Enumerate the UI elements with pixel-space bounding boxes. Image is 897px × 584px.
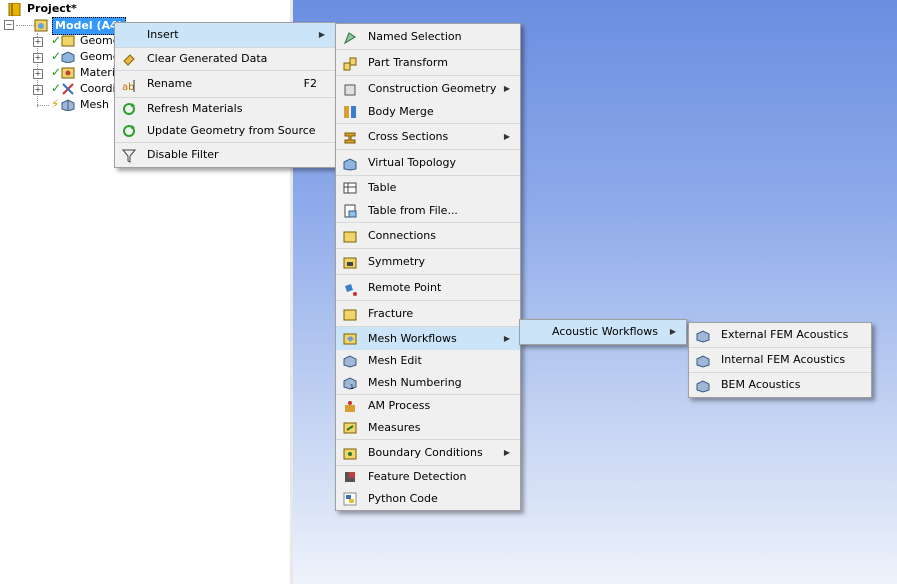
project-book-icon [8, 2, 22, 17]
lightning-icon: ⚡ [51, 97, 60, 111]
feature-detection-icon [343, 470, 357, 484]
svg-text:1: 1 [350, 384, 354, 390]
mesh-workflows-submenu: Acoustic Workflows ▶ [519, 319, 687, 345]
am-process-icon [343, 399, 357, 413]
mesh-workflows-icon [343, 331, 357, 345]
menu-item-cross-sections[interactable]: Cross Sections ▶ [336, 124, 520, 150]
submenu-arrow-icon: ▶ [318, 30, 325, 39]
acoustics-mesh-icon [696, 378, 710, 393]
menu-item-fracture[interactable]: Fracture [336, 301, 520, 327]
menu-item-mesh-workflows[interactable]: Mesh Workflows ▶ [336, 327, 520, 350]
menu-item-remote-point[interactable]: Remote Point [336, 275, 520, 301]
menu-item-refresh-materials[interactable]: Refresh Materials [115, 98, 335, 120]
submenu-arrow-icon: ▶ [503, 132, 510, 141]
coordinate-systems-expand-toggle[interactable]: + [33, 85, 43, 95]
refresh-icon [122, 124, 136, 138]
menu-item-feature-detection[interactable]: Feature Detection [336, 466, 520, 488]
python-icon [343, 492, 357, 506]
tree-item-mesh[interactable]: Mesh [80, 97, 109, 113]
menu-item-disable-filter[interactable]: Disable Filter [115, 143, 335, 167]
submenu-arrow-icon: ▶ [503, 334, 510, 343]
menu-item-acoustic-workflows[interactable]: Acoustic Workflows ▶ [520, 320, 686, 344]
checkmark-icon: ✓ [51, 81, 62, 95]
menu-item-mesh-edit[interactable]: Mesh Edit [336, 350, 520, 372]
menu-item-table-from-file[interactable]: Table from File... [336, 199, 520, 223]
menu-item-clear-generated-data[interactable]: Clear Generated Data [115, 48, 335, 71]
menu-item-boundary-conditions[interactable]: Boundary Conditions ▶ [336, 440, 520, 466]
geometry-expand-toggle[interactable]: + [33, 37, 43, 47]
menu-item-external-fem-acoustics[interactable]: External FEM Acoustics [689, 323, 871, 348]
symmetry-icon [343, 254, 357, 269]
menu-item-am-process[interactable]: AM Process [336, 395, 520, 417]
menu-item-insert[interactable]: Insert ▶ [115, 23, 335, 48]
submenu-arrow-icon: ▶ [503, 84, 510, 93]
construction-geometry-icon [343, 81, 357, 96]
menu-item-table[interactable]: Table [336, 176, 520, 199]
menu-item-construction-geometry[interactable]: Construction Geometry ▶ [336, 76, 520, 101]
geometry-icon [61, 35, 75, 47]
materials-expand-toggle[interactable]: + [33, 69, 43, 79]
menu-item-part-transform[interactable]: Part Transform [336, 50, 520, 76]
menu-item-virtual-topology[interactable]: Virtual Topology [336, 150, 520, 176]
boundary-conditions-icon [343, 445, 357, 460]
menu-item-measures[interactable]: Measures [336, 417, 520, 440]
checkmark-icon: ✓ [51, 65, 62, 79]
menu-item-rename[interactable]: ab Rename F2 [115, 71, 335, 98]
acoustics-mesh-icon [696, 328, 710, 343]
eraser-icon [122, 52, 136, 66]
submenu-arrow-icon: ▶ [503, 448, 510, 457]
rename-shortcut: F2 [303, 77, 317, 90]
materials-icon [61, 67, 75, 79]
menu-item-named-selection[interactable]: Named Selection [336, 24, 520, 50]
menu-item-bem-acoustics[interactable]: BEM Acoustics [689, 373, 871, 397]
mesh-icon [61, 99, 75, 112]
virtual-topology-icon [343, 155, 357, 171]
svg-text:ab: ab [122, 82, 134, 93]
coordinate-axes-icon [61, 83, 75, 95]
geometry2-expand-toggle[interactable]: + [33, 53, 43, 63]
mesh-edit-icon [343, 354, 357, 368]
connections-icon [343, 228, 357, 243]
checkmark-icon: ✓ [51, 49, 62, 63]
project-label: Project* [27, 2, 77, 15]
mesh-numbering-icon: 1 [343, 376, 357, 391]
submenu-arrow-icon: ▶ [669, 327, 676, 336]
part-icon [61, 51, 75, 64]
menu-item-connections[interactable]: Connections [336, 223, 520, 249]
menu-item-update-geometry[interactable]: Update Geometry from Source [115, 120, 335, 143]
acoustics-mesh-icon [696, 353, 710, 368]
table-file-icon [343, 203, 357, 218]
menu-item-mesh-numbering[interactable]: 1 Mesh Numbering [336, 372, 520, 395]
cross-sections-icon [343, 129, 357, 144]
context-menu: Insert ▶ Clear Generated Data ab Rename … [114, 22, 336, 168]
menu-item-body-merge[interactable]: Body Merge [336, 101, 520, 124]
refresh-icon [122, 102, 136, 116]
fracture-icon [343, 306, 357, 321]
body-merge-icon [343, 105, 357, 119]
insert-submenu: Named Selection Part Transform Construct… [335, 23, 521, 511]
remote-point-icon [343, 280, 357, 296]
model-collapse-toggle[interactable]: − [4, 20, 14, 30]
checkmark-icon: ✓ [51, 33, 62, 47]
measures-icon [343, 421, 357, 435]
named-selection-icon [343, 29, 357, 45]
menu-item-internal-fem-acoustics[interactable]: Internal FEM Acoustics [689, 348, 871, 373]
part-transform-icon [343, 55, 357, 71]
acoustic-workflows-submenu: External FEM Acoustics Internal FEM Acou… [688, 322, 872, 398]
menu-item-python-code[interactable]: Python Code [336, 488, 520, 510]
filter-icon [121, 148, 137, 163]
rename-icon: ab [122, 77, 136, 93]
menu-item-symmetry[interactable]: Symmetry [336, 249, 520, 275]
table-icon [343, 180, 357, 194]
model-icon [34, 19, 48, 32]
